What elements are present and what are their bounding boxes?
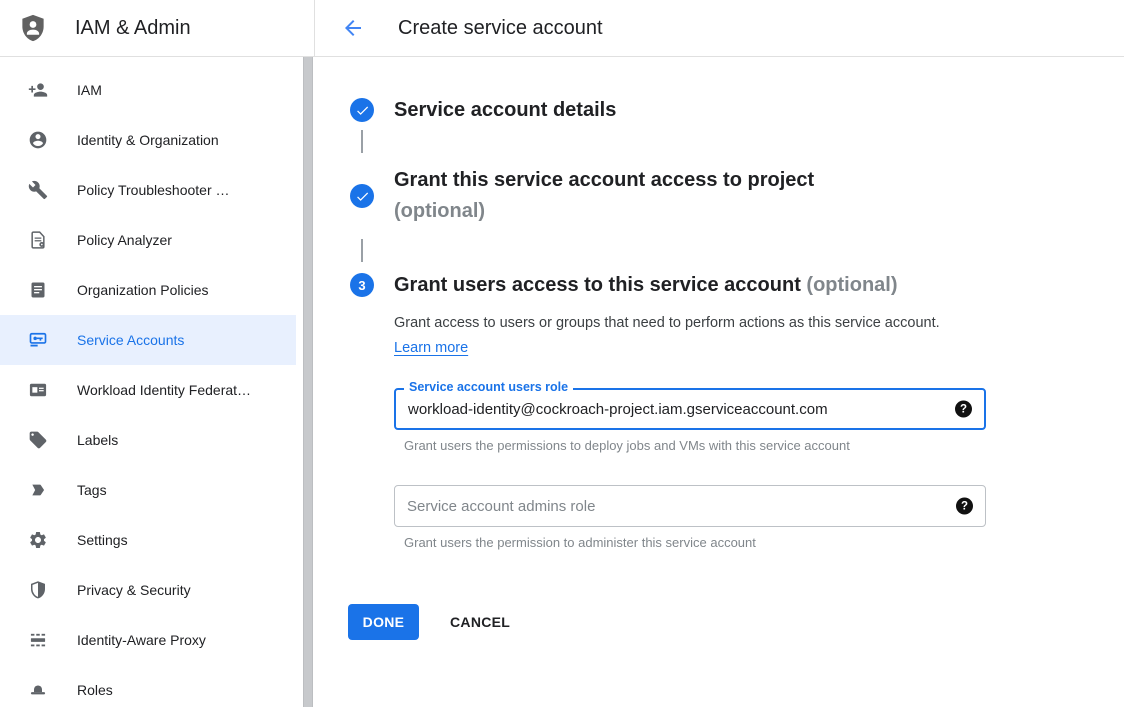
sidebar-item-service-accounts[interactable]: Service Accounts [0,315,296,365]
label-tag-icon [28,430,48,450]
sidebar-item-workload-identity-federat[interactable]: Workload Identity Federat… [0,365,296,415]
step3-optional-label: (optional) [806,274,897,296]
learn-more-link[interactable]: Learn more [394,340,468,356]
step-connector [361,239,363,262]
id-card-icon [28,380,48,400]
tag-arrow-icon [28,480,48,500]
back-arrow-icon [341,16,365,40]
step3-title-text: Grant users access to this service accou… [394,274,801,296]
done-button[interactable]: DONE [348,604,419,640]
step1-title: Service account details [394,96,616,124]
sidebar-item-label: Service Accounts [77,332,184,348]
sidebar-item-privacy-security[interactable]: Privacy & Security [0,565,296,615]
sidebar-item-tags[interactable]: Tags [0,465,296,515]
sidebar-item-label: Identity-Aware Proxy [77,632,206,648]
admins-role-input[interactable] [395,486,985,526]
step2-title: Grant this service account access to pro… [394,165,814,227]
admins-role-helper-text: Grant users the permission to administer… [404,535,756,550]
step3-description: Grant access to users or groups that nee… [394,311,950,361]
check-icon [355,103,370,118]
page-title: Create service account [398,17,603,40]
sidebar-header: IAM & Admin [0,0,315,56]
proxy-icon [28,630,48,650]
sidebar-item-label: Identity & Organization [77,132,219,148]
policy-analyzer-icon [28,230,48,250]
gcp-console-window: IAM & Admin Create service account IAM I… [0,0,1124,707]
person-add-icon [28,80,48,100]
sidebar-item-label: Privacy & Security [77,582,191,598]
sidebar-item-label: Tags [77,482,107,498]
sidebar-item-identity-aware-proxy[interactable]: Identity-Aware Proxy [0,615,296,665]
wrench-icon [28,180,48,200]
hat-icon [28,680,48,700]
service-account-users-role-field: Service account users role ? [394,388,986,430]
service-account-icon [28,330,48,350]
sidebar-item-label: Settings [77,532,128,548]
step2-title-text: Grant this service account access to pro… [394,165,814,196]
step3-number: 3 [358,278,365,293]
back-button[interactable] [341,16,365,40]
gear-icon [28,530,48,550]
shield-half-icon [28,580,48,600]
sidebar-item-identity-organization[interactable]: Identity & Organization [0,115,296,165]
identity-person-icon [28,130,48,150]
step1-complete-badge [350,98,374,122]
users-role-input[interactable] [396,390,984,428]
cancel-button[interactable]: CANCEL [434,604,526,640]
step2-complete-badge [350,184,374,208]
users-role-helper-text: Grant users the permissions to deploy jo… [404,438,850,453]
sidebar-item-label: Workload Identity Federat… [77,382,251,398]
sidebar-scrollbar-thumb[interactable] [303,57,313,707]
sidebar-item-roles[interactable]: Roles [0,665,296,707]
iam-shield-icon [18,13,48,43]
sidebar-item-label: Organization Policies [77,282,209,298]
description-text: Grant access to users or groups that nee… [394,315,940,331]
check-icon [355,189,370,204]
service-account-admins-role-field: ? [394,485,986,527]
sidebar-item-label: IAM [77,82,102,98]
sidebar-item-label: Policy Analyzer [77,232,172,248]
sidebar-item-label: Policy Troubleshooter … [77,182,230,198]
sidebar-nav: IAM Identity & Organization Policy Troub… [0,57,296,707]
sidebar-item-policy-troubleshooter[interactable]: Policy Troubleshooter … [0,165,296,215]
sidebar-item-labels[interactable]: Labels [0,415,296,465]
create-service-account-form: Service account details Grant this servi… [315,57,1124,707]
sidebar-scrollbar [303,57,313,707]
sidebar-item-iam[interactable]: IAM [0,65,296,115]
sidebar-item-label: Roles [77,682,113,698]
document-list-icon [28,280,48,300]
sidebar-item-policy-analyzer[interactable]: Policy Analyzer [0,215,296,265]
step3-number-badge: 3 [350,273,374,297]
app-title: IAM & Admin [75,17,191,40]
step2-optional-label: (optional) [394,196,814,227]
step3-title: Grant users access to this service accou… [394,271,898,299]
sidebar-item-label: Labels [77,432,118,448]
top-bar: IAM & Admin Create service account [0,0,1124,57]
sidebar-item-settings[interactable]: Settings [0,515,296,565]
page-header: Create service account [315,0,1124,56]
help-icon[interactable]: ? [956,498,973,515]
step-connector [361,130,363,153]
sidebar-item-organization-policies[interactable]: Organization Policies [0,265,296,315]
help-icon[interactable]: ? [955,401,972,418]
